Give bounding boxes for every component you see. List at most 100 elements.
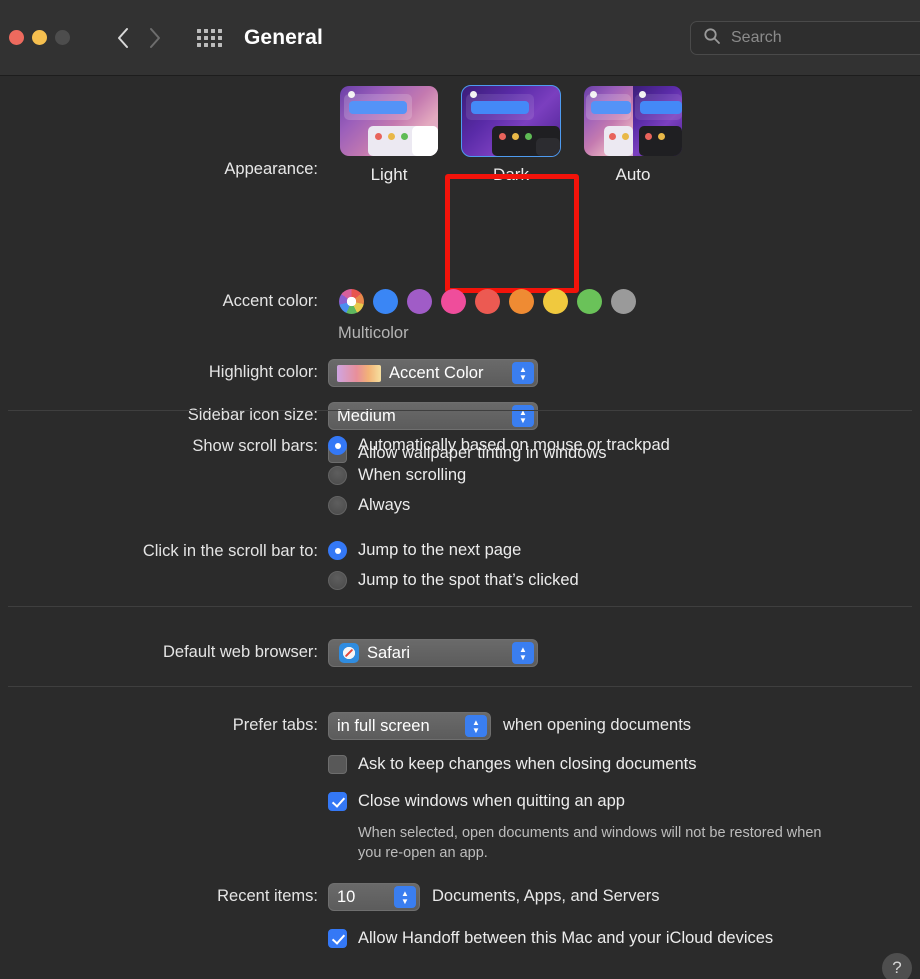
handoff-row: Allow Handoff between this Mac and your … [0,929,838,949]
tabs-and-documents-group: Prefer tabs: in full screen ▲ ▼ when open… [0,712,838,949]
appearance-label: Appearance: [224,160,318,178]
chevron-updown-icon[interactable]: ▲ ▼ [512,642,534,664]
recent-items-suffix: Documents, Apps, and Servers [432,887,660,906]
auto-theme-thumbnail[interactable] [584,86,682,156]
close-windows-row: Close windows when quitting an app [0,792,838,811]
traffic-light-buttons [9,30,70,45]
handoff-checkbox[interactable] [328,929,347,949]
handoff-label: Allow Handoff between this Mac and your … [358,929,774,948]
chevron-left-icon[interactable] [112,23,134,53]
default-browser-row: Default web browser: Safari ▲ ▼ [0,639,538,667]
accent-swatch-orange[interactable] [509,289,534,314]
accent-swatch-graphite[interactable] [611,289,636,314]
window-dots [499,133,532,140]
accent-swatch-green[interactable] [577,289,602,314]
system-preferences-general-window: General Search Appearance: Light Dark Au… [0,0,920,979]
highlight-color-select[interactable]: Accent Color ▲ ▼ [328,359,538,387]
recent-items-value: 10 [337,887,356,906]
window-dots [645,133,665,140]
radio-always[interactable] [328,496,347,515]
window-titlebar: General Search [0,0,920,76]
accent-swatch-red[interactable] [475,289,500,314]
sidebar-icon-size-select[interactable]: Medium ▲ ▼ [328,402,538,430]
prefer-tabs-label: Prefer tabs: [232,716,318,734]
scroll-click-option-spot-clicked[interactable]: Jump to the spot that’s clicked [328,571,579,590]
accent-color-gradient-chip [337,364,381,382]
chevron-updown-icon[interactable]: ▲ ▼ [512,362,534,384]
close-windows-note-row: When selected, open documents and window… [0,824,838,863]
ask-keep-changes-checkbox-row[interactable]: Ask to keep changes when closing documen… [328,755,696,774]
default-browser-label: Default web browser: [163,643,318,661]
page-title: General [244,25,323,49]
chevron-updown-icon[interactable]: ▲ ▼ [512,405,534,427]
dark-theme-thumbnail[interactable] [461,85,561,157]
radio-jump-next-page[interactable] [328,541,347,560]
default-browser-select[interactable]: Safari ▲ ▼ [328,639,538,667]
scroll-bars-option-automatic[interactable]: Automatically based on mouse or trackpad [328,436,670,455]
close-button-icon[interactable] [9,30,24,45]
ask-keep-changes-row: Ask to keep changes when closing documen… [0,755,838,774]
window-dots [609,133,629,140]
safari-icon [339,643,359,663]
prefer-tabs-row: Prefer tabs: in full screen ▲ ▼ when open… [0,712,838,740]
minimize-button-icon[interactable] [32,30,47,45]
search-field[interactable]: Search [690,21,920,55]
light-theme-thumbnail[interactable] [340,86,438,156]
handoff-checkbox-row[interactable]: Allow Handoff between this Mac and your … [328,929,774,949]
accent-swatch-multicolor[interactable] [339,289,364,314]
accent-swatch-purple[interactable] [407,289,432,314]
close-windows-note: When selected, open documents and window… [358,825,822,861]
prefer-tabs-select[interactable]: in full screen ▲ ▼ [328,712,491,740]
dark-option-highlight-box [445,174,579,293]
divider-3 [8,686,912,687]
ask-keep-changes-label: Ask to keep changes when closing documen… [358,755,697,773]
recent-items-row: Recent items: 10 ▲ ▼ Documents, Apps, and… [0,883,838,912]
appearance-option-light[interactable]: Light [340,86,438,185]
recent-items-select[interactable]: 10 ▲ ▼ [328,883,420,912]
window-dots [375,133,408,140]
scroll-bar-click-group: Click in the scroll bar to: Jump to the … [0,541,579,590]
scroll-bars-option-always[interactable]: Always [328,496,670,515]
scroll-bars-option-when-scrolling[interactable]: When scrolling [328,466,670,485]
highlight-color-row: Highlight color: Accent Color ▲ ▼ [0,359,538,387]
default-browser-value: Safari [367,643,411,662]
appearance-light-label: Light [370,165,408,184]
highlight-color-value: Accent Color [389,363,484,382]
accent-selected-label: Multicolor [338,324,409,342]
accent-color-swatches [339,289,636,314]
recent-items-label: Recent items: [217,887,318,906]
sidebar-icon-size-label: Sidebar icon size: [187,406,318,424]
prefer-tabs-suffix: when opening documents [503,716,692,734]
show-scroll-bars-group: Show scroll bars: Automatically based on… [0,436,670,515]
appearance-dark-label: Dark [493,165,529,184]
close-windows-checkbox[interactable] [328,792,347,811]
scroll-click-option-next-page[interactable]: Jump to the next page [328,541,579,560]
radio-when-scrolling[interactable] [328,466,347,485]
divider-2 [8,606,912,607]
appearance-auto-label: Auto [615,165,651,184]
chevron-updown-icon[interactable]: ▲ ▼ [394,886,416,909]
radio-jump-spot-clicked[interactable] [328,571,347,590]
appearance-option-auto[interactable]: Auto [584,86,682,185]
accent-swatch-yellow[interactable] [543,289,568,314]
accent-swatch-blue[interactable] [373,289,398,314]
accent-swatch-pink[interactable] [441,289,466,314]
close-windows-checkbox-row[interactable]: Close windows when quitting an app [328,792,625,811]
chevron-updown-icon[interactable]: ▲ ▼ [465,715,487,737]
grid-view-icon[interactable] [194,23,224,53]
chevron-right-icon[interactable] [144,23,166,53]
show-scroll-bars-label: Show scroll bars: [192,437,318,455]
search-placeholder: Search [731,29,782,46]
appearance-option-dark[interactable]: Dark [461,85,561,185]
ask-keep-changes-checkbox[interactable] [328,755,347,774]
radio-automatic[interactable] [328,436,347,455]
zoom-button-icon[interactable] [55,30,70,45]
scroll-bar-click-label: Click in the scroll bar to: [142,542,318,560]
highlight-color-label: Highlight color: [208,363,318,381]
close-windows-label: Close windows when quitting an app [358,792,625,810]
appearance-options: Light Dark Auto [340,85,682,185]
divider-1 [8,410,912,411]
prefer-tabs-value: in full screen [337,716,430,735]
help-button[interactable]: ? [882,953,912,979]
search-icon [703,27,721,50]
